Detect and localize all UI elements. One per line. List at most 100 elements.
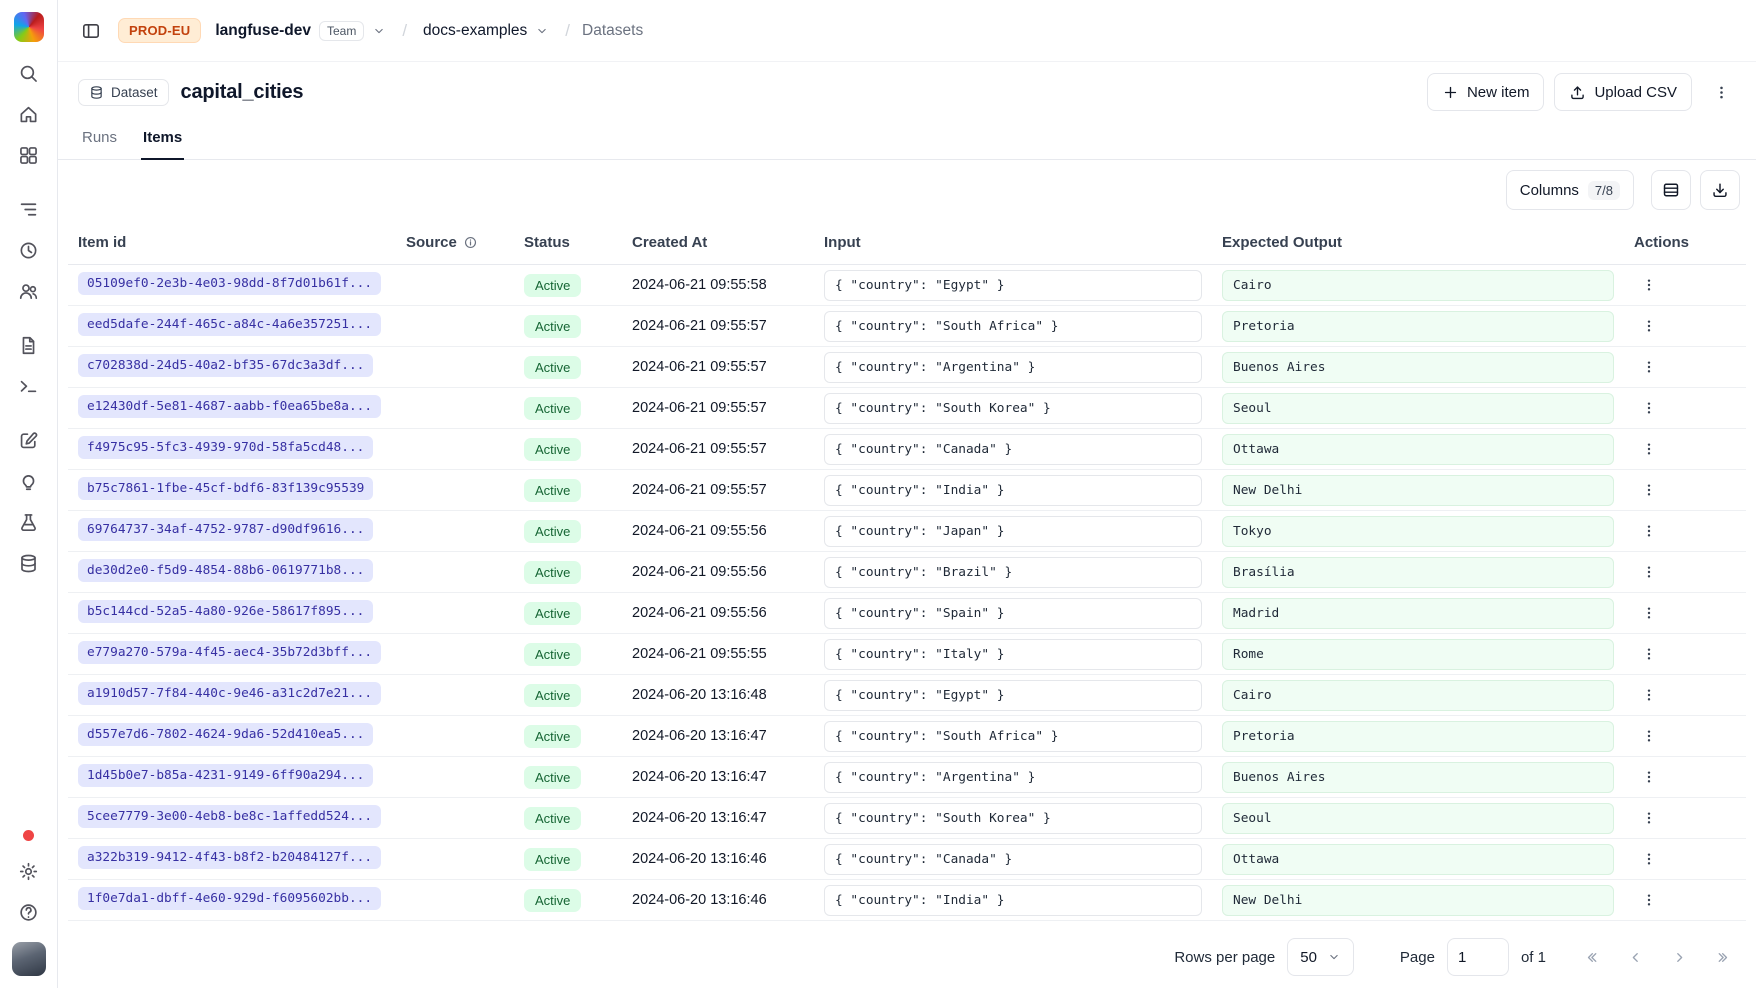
tracing-icon[interactable] [14,194,44,224]
tab-runs[interactable]: Runs [80,129,119,160]
playground-icon[interactable] [14,371,44,401]
settings-icon[interactable] [14,856,44,886]
row-actions-button[interactable] [1634,721,1664,751]
rows-per-page-select[interactable]: 50 [1287,938,1354,976]
tab-items[interactable]: Items [141,129,184,160]
input-cell[interactable]: { "country": "Japan" } [824,516,1202,547]
input-cell[interactable]: { "country": "Egypt" } [824,270,1202,301]
row-actions-button[interactable] [1634,885,1664,915]
new-item-button[interactable]: New item [1427,73,1545,111]
input-cell[interactable]: { "country": "Italy" } [824,639,1202,670]
item-id-link[interactable]: 05109ef0-2e3b-4e03-98dd-8f7d01b61f... [78,272,381,295]
upload-csv-button[interactable]: Upload CSV [1554,73,1692,111]
input-cell[interactable]: { "country": "India" } [824,475,1202,506]
item-id-link[interactable]: a1910d57-7f84-440c-9e46-a31c2d7e21... [78,682,381,705]
input-cell[interactable]: { "country": "Canada" } [824,844,1202,875]
item-id-link[interactable]: c702838d-24d5-40a2-bf35-67dc3a3df... [78,354,373,377]
expected-output-cell[interactable]: Cairo [1222,680,1614,711]
page-actions-menu-button[interactable] [1702,73,1740,111]
item-id-link[interactable]: 1d45b0e7-b85a-4231-9149-6ff90a294... [78,764,373,787]
users-icon[interactable] [14,276,44,306]
row-actions-button[interactable] [1634,393,1664,423]
langfuse-logo[interactable] [14,12,44,42]
columns-button[interactable]: Columns 7/8 [1506,170,1634,210]
input-cell[interactable]: { "country": "Spain" } [824,598,1202,629]
row-actions-button[interactable] [1634,352,1664,382]
sidebar-toggle-icon[interactable] [74,14,108,48]
input-cell[interactable]: { "country": "Brazil" } [824,557,1202,588]
row-actions-button[interactable] [1634,475,1664,505]
expected-output-cell[interactable]: Madrid [1222,598,1614,629]
expected-output-cell[interactable]: Buenos Aires [1222,352,1614,383]
expected-output-cell[interactable]: Seoul [1222,803,1614,834]
item-id-link[interactable]: eed5dafe-244f-465c-a84c-4a6e357251... [78,313,381,336]
item-id-link[interactable]: de30d2e0-f5d9-4854-88b6-0619771b8... [78,559,373,582]
row-actions-button[interactable] [1634,516,1664,546]
expected-output-cell[interactable]: Brasília [1222,557,1614,588]
export-button[interactable] [1700,170,1740,210]
status-badge: Active [524,643,581,666]
expected-output-cell[interactable]: Seoul [1222,393,1614,424]
input-cell[interactable]: { "country": "Argentina" } [824,352,1202,383]
row-actions-button[interactable] [1634,311,1664,341]
expected-output-cell[interactable]: Rome [1222,639,1614,670]
kebab-icon [1641,810,1657,826]
expected-output-cell[interactable]: Tokyo [1222,516,1614,547]
expected-output-cell[interactable]: New Delhi [1222,885,1614,916]
annotation-queues-icon[interactable] [14,425,44,455]
row-actions-button[interactable] [1634,844,1664,874]
search-icon[interactable] [14,58,44,88]
item-id-link[interactable]: a322b319-9412-4f43-b8f2-b20484127f... [78,846,381,869]
sessions-icon[interactable] [14,235,44,265]
prev-page-button[interactable] [1618,940,1652,974]
item-id-link[interactable]: b5c144cd-52a5-4a80-926e-58617f895... [78,600,373,623]
item-id-link[interactable]: b75c7861-1fbe-45cf-bdf6-83f139c95539 [78,477,373,500]
expected-output-cell[interactable]: Cairo [1222,270,1614,301]
expected-output-cell[interactable]: Pretoria [1222,311,1614,342]
item-id-link[interactable]: d557e7d6-7802-4624-9da6-52d410ea5... [78,723,373,746]
dashboards-icon[interactable] [14,140,44,170]
prompts-icon[interactable] [14,330,44,360]
item-id-link[interactable]: e779a270-579a-4f45-aec4-35b72d3bff... [78,641,381,664]
row-actions-button[interactable] [1634,270,1664,300]
last-page-button[interactable] [1706,940,1740,974]
item-id-link[interactable]: 69764737-34af-4752-9787-d90df9616... [78,518,373,541]
evaluation-icon[interactable] [14,507,44,537]
expected-output-cell[interactable]: Pretoria [1222,721,1614,752]
source-cell [396,470,514,511]
project-switcher[interactable]: docs-examples [419,18,553,44]
input-cell[interactable]: { "country": "India" } [824,885,1202,916]
row-actions-button[interactable] [1634,557,1664,587]
input-cell[interactable]: { "country": "South Africa" } [824,311,1202,342]
input-cell[interactable]: { "country": "Argentina" } [824,762,1202,793]
item-id-link[interactable]: 1f0e7da1-dbff-4e60-929d-f6095602bb... [78,887,381,910]
home-icon[interactable] [14,99,44,129]
expected-output-cell[interactable]: Ottawa [1222,434,1614,465]
row-actions-button[interactable] [1634,762,1664,792]
page-input[interactable] [1447,938,1509,976]
datasets-icon[interactable] [14,548,44,578]
user-avatar[interactable] [12,942,46,976]
input-cell[interactable]: { "country": "Canada" } [824,434,1202,465]
input-cell[interactable]: { "country": "South Africa" } [824,721,1202,752]
expected-output-cell[interactable]: Ottawa [1222,844,1614,875]
llm-judge-icon[interactable] [14,466,44,496]
item-id-link[interactable]: e12430df-5e81-4687-aabb-f0ea65be8a... [78,395,381,418]
help-icon[interactable] [14,897,44,927]
expected-output-cell[interactable]: Buenos Aires [1222,762,1614,793]
row-height-button[interactable] [1651,170,1691,210]
input-cell[interactable]: { "country": "Egypt" } [824,680,1202,711]
row-actions-button[interactable] [1634,803,1664,833]
next-page-button[interactable] [1662,940,1696,974]
input-cell[interactable]: { "country": "South Korea" } [824,393,1202,424]
item-id-link[interactable]: 5cee7779-3e00-4eb8-be8c-1affedd524... [78,805,381,828]
row-actions-button[interactable] [1634,639,1664,669]
input-cell[interactable]: { "country": "South Korea" } [824,803,1202,834]
item-id-link[interactable]: f4975c95-5fc3-4939-970d-58fa5cd48... [78,436,373,459]
row-actions-button[interactable] [1634,598,1664,628]
first-page-button[interactable] [1574,940,1608,974]
row-actions-button[interactable] [1634,434,1664,464]
expected-output-cell[interactable]: New Delhi [1222,475,1614,506]
org-switcher[interactable]: langfuse-dev Team [211,17,390,45]
row-actions-button[interactable] [1634,680,1664,710]
